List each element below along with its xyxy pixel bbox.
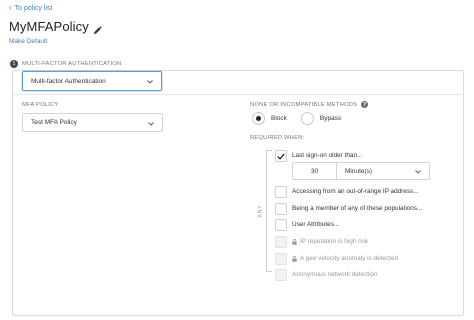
step-label: MULTI-FACTOR AUTHENTICATION (22, 61, 122, 67)
make-default-link[interactable]: Make Default (9, 38, 47, 45)
condition-label: Being a member of any of these populatio… (292, 205, 423, 212)
radio-bypass[interactable]: Bypass (300, 112, 342, 125)
lock-icon (292, 255, 297, 262)
checkbox-anonymous-network (275, 269, 287, 281)
checkmark-icon (277, 152, 285, 160)
help-icon[interactable]: ? (361, 101, 369, 108)
lock-icon (292, 238, 297, 245)
policy-title-row: MyMFAPolicy (9, 19, 102, 35)
chevron-down-icon (148, 121, 154, 126)
auth-type-select[interactable]: Multi-factor Authentication (22, 71, 162, 91)
page-title: MyMFAPolicy (9, 19, 89, 34)
any-group-bracket (266, 150, 272, 272)
radio-block[interactable]: Block (252, 112, 287, 125)
any-group-label: ANY (257, 204, 264, 218)
section-divider (12, 94, 464, 95)
condition-label: Anonymous network detection (292, 271, 378, 278)
mfa-policy-select[interactable]: Test MFA Policy (22, 113, 163, 132)
back-link-label: To policy list (14, 4, 53, 12)
radio-button[interactable] (300, 112, 314, 125)
condition-label: Last sign-on older than... (292, 152, 363, 159)
none-methods-header: NONE OR INCOMPATIBLE METHODS ? (250, 101, 369, 108)
required-when-label: REQUIRED WHEN: (250, 135, 305, 141)
condition-label: A geo velocity anomaly is detected (292, 255, 398, 262)
back-to-policy-list-link[interactable]: ‹ To policy list (9, 4, 52, 12)
checkbox-ip-reputation (275, 236, 287, 248)
duration-value-input[interactable]: 30 (292, 162, 336, 180)
auth-type-value: Multi-factor Authentication (31, 77, 106, 85)
checkbox-last-sign-on[interactable] (275, 150, 287, 162)
chevron-left-icon: ‹ (9, 3, 12, 12)
step-number-badge: 1 (10, 60, 18, 68)
chevron-down-icon (415, 169, 421, 174)
duration-unit-value: Minute(s) (345, 167, 373, 175)
radio-bypass-label: Bypass (319, 115, 342, 122)
checkbox-user-attributes[interactable] (275, 219, 287, 231)
duration-unit-select[interactable]: Minute(s) (336, 162, 430, 180)
step-header: 1 MULTI-FACTOR AUTHENTICATION (10, 60, 121, 68)
condition-label: IP reputation is high risk (292, 238, 368, 245)
condition-label: Accessing from an out-of-range IP addres… (292, 188, 419, 195)
checkbox-geo-velocity (275, 253, 287, 265)
edit-pencil-icon[interactable] (93, 22, 102, 35)
mfa-policy-value: Test MFA Policy (31, 119, 77, 126)
checkbox-ip-range[interactable] (275, 186, 287, 198)
radio-button[interactable] (252, 112, 265, 125)
condition-label: User Attributes... (292, 221, 340, 228)
none-methods-radio-group: Block Bypass (252, 112, 341, 125)
radio-block-label: Block (271, 115, 287, 122)
none-methods-label: NONE OR INCOMPATIBLE METHODS (250, 101, 358, 108)
checkbox-populations[interactable] (275, 203, 287, 215)
mfa-policy-label: MFA POLICY (22, 102, 59, 108)
chevron-down-icon (147, 79, 153, 84)
